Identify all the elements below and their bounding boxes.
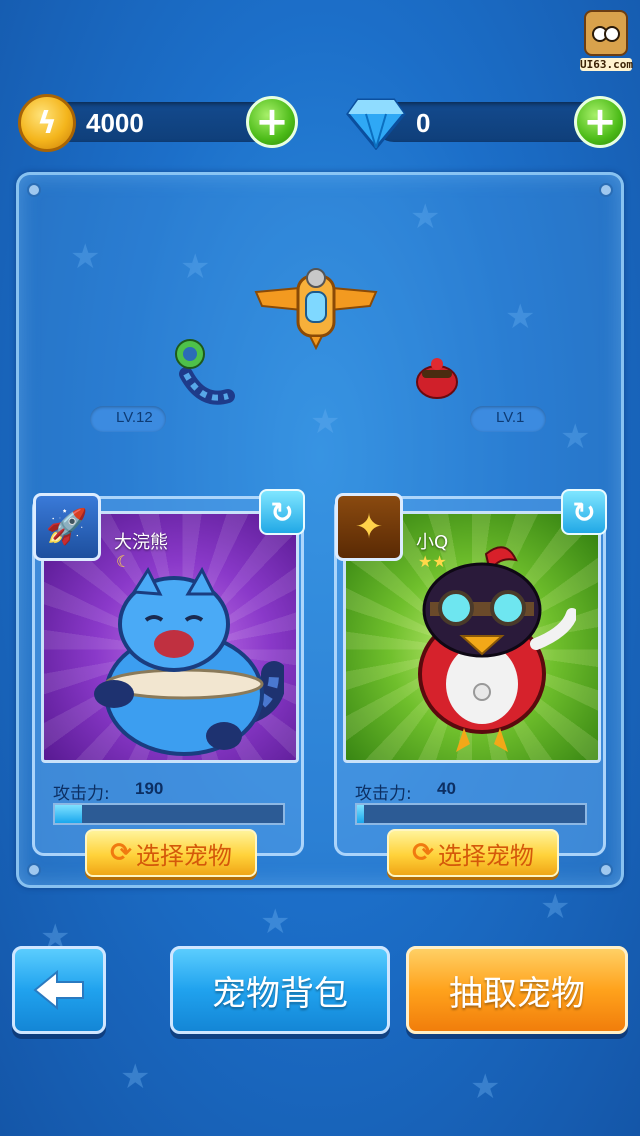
- attack-bar-fill: [55, 805, 83, 823]
- coin-counter: ϟ 4000 +: [18, 94, 298, 152]
- add-gems-button[interactable]: +: [574, 96, 626, 148]
- raccoon-sprite-icon: [175, 339, 235, 405]
- bird-pet-icon: [418, 546, 576, 752]
- select-pet-button[interactable]: ⟳ 选择宠物: [85, 829, 257, 877]
- pet-level-badge: LV.1: [470, 406, 546, 432]
- attack-bar: [355, 803, 587, 825]
- attack-bar: [53, 803, 285, 825]
- star-icon: ★: [418, 552, 433, 571]
- draw-pet-button[interactable]: 抽取宠物: [406, 946, 628, 1034]
- watermark-logo: UI63.com: [580, 10, 633, 74]
- moon-icon: ☾: [116, 552, 131, 571]
- gold-coin-icon: ϟ: [18, 94, 76, 152]
- rivet: [27, 863, 41, 877]
- golden-wings-icon: ✦: [335, 493, 403, 561]
- attack-value: 190: [135, 779, 164, 798]
- attack-label: 攻击力:: [53, 784, 110, 804]
- rivet: [599, 863, 613, 877]
- pet-stars: ★★: [418, 552, 447, 571]
- refresh-pet-button[interactable]: ↻: [561, 489, 607, 535]
- back-button[interactable]: [12, 946, 106, 1034]
- pet-level-badge: LV.12: [90, 406, 166, 432]
- bg-star-icon: ★: [540, 887, 571, 927]
- pet-bag-button[interactable]: 宠物背包: [170, 946, 390, 1034]
- bg-star-icon: ★: [120, 1057, 151, 1097]
- pet-card-raccoon: 🚀 ↻ 大浣熊 ☾ 攻击力: 190 ⟳ 选择宠物: [32, 489, 305, 877]
- pet-name: 大浣熊: [114, 532, 168, 553]
- bg-star-icon: ★: [470, 1067, 501, 1107]
- rivet: [27, 183, 41, 197]
- gem-counter: 0 +: [344, 96, 626, 150]
- select-pet-button[interactable]: ⟳ 选择宠物: [387, 829, 559, 877]
- gem-value: 0: [416, 108, 431, 138]
- watermark-text: UI63.com: [580, 58, 633, 71]
- raccoon-pet-icon: [94, 566, 284, 756]
- dog-mascot-icon: [584, 10, 628, 56]
- rocket-skill-icon: 🚀: [33, 493, 101, 561]
- pet-name: 小Q: [416, 532, 449, 553]
- refresh-icon: ↻: [270, 495, 294, 529]
- bird-sprite-icon: [416, 358, 458, 399]
- add-coins-button[interactable]: +: [246, 96, 298, 148]
- plus-icon: +: [255, 99, 289, 145]
- refresh-arrows-icon: ⟳: [110, 838, 132, 868]
- fighter-plane-icon: [254, 268, 378, 350]
- bg-star-icon: ★: [260, 902, 291, 942]
- rivet: [599, 183, 613, 197]
- refresh-icon: ↻: [572, 495, 596, 529]
- refresh-pet-button[interactable]: ↻: [259, 489, 305, 535]
- plus-icon: +: [583, 99, 617, 145]
- attack-bar-fill: [357, 805, 364, 823]
- diamond-icon: [346, 98, 406, 150]
- attack-label: 攻击力:: [355, 784, 412, 804]
- refresh-arrows-icon: ⟳: [412, 838, 434, 868]
- select-pet-label: 选择宠物: [135, 841, 232, 870]
- star-icon: ★: [432, 552, 447, 571]
- pet-card-bird: ✦ ↻ 小Q ★★ 攻击力: 40 ⟳ 选择宠物: [334, 489, 607, 877]
- coin-value: 4000: [86, 108, 144, 138]
- select-pet-label: 选择宠物: [437, 841, 534, 870]
- attack-value: 40: [437, 779, 456, 798]
